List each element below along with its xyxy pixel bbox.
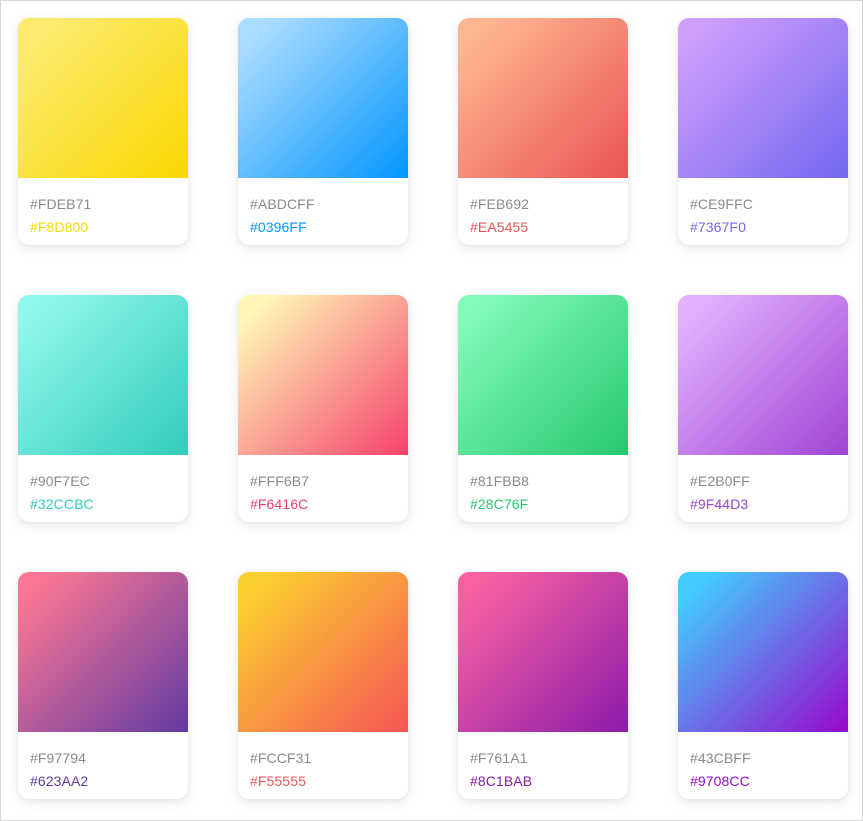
gradient-to-code[interactable]: #623AA2 bbox=[30, 770, 188, 793]
gradient-from-code[interactable]: #F97794 bbox=[30, 747, 188, 770]
gradient-card[interactable]: #CE9FFC #7367F0 bbox=[678, 18, 848, 245]
gradient-from-code[interactable]: #FFF6B7 bbox=[250, 470, 408, 493]
gradient-card[interactable]: #FFF6B7 #F6416C bbox=[238, 295, 408, 522]
gradient-grid: #FDEB71 #F8D800 #ABDCFF #0396FF #FEB692 … bbox=[18, 18, 848, 799]
gradient-from-code[interactable]: #FEB692 bbox=[470, 193, 628, 216]
gradient-card[interactable]: #ABDCFF #0396FF bbox=[238, 18, 408, 245]
gradient-card[interactable]: #FCCF31 #F55555 bbox=[238, 572, 408, 799]
gradient-info: #FCCF31 #F55555 bbox=[238, 732, 408, 793]
gradient-card[interactable]: #E2B0FF #9F44D3 bbox=[678, 295, 848, 522]
gradient-info: #43CBFF #9708CC bbox=[678, 732, 848, 793]
gradient-info: #CE9FFC #7367F0 bbox=[678, 178, 848, 239]
gradient-swatch[interactable] bbox=[678, 295, 848, 455]
gradient-from-code[interactable]: #81FBB8 bbox=[470, 470, 628, 493]
gradient-to-code[interactable]: #28C76F bbox=[470, 493, 628, 516]
gradient-info: #ABDCFF #0396FF bbox=[238, 178, 408, 239]
gradient-card[interactable]: #81FBB8 #28C76F bbox=[458, 295, 628, 522]
gradient-info: #F97794 #623AA2 bbox=[18, 732, 188, 793]
gradient-info: #90F7EC #32CCBC bbox=[18, 455, 188, 516]
gradient-from-code[interactable]: #CE9FFC bbox=[690, 193, 848, 216]
gradient-to-code[interactable]: #32CCBC bbox=[30, 493, 188, 516]
gradient-swatch[interactable] bbox=[458, 295, 628, 455]
gradient-gallery: #FDEB71 #F8D800 #ABDCFF #0396FF #FEB692 … bbox=[0, 0, 863, 821]
gradient-from-code[interactable]: #F761A1 bbox=[470, 747, 628, 770]
gradient-swatch[interactable] bbox=[18, 295, 188, 455]
gradient-swatch[interactable] bbox=[238, 572, 408, 732]
gradient-info: #F761A1 #8C1BAB bbox=[458, 732, 628, 793]
gradient-from-code[interactable]: #FDEB71 bbox=[30, 193, 188, 216]
gradient-to-code[interactable]: #F6416C bbox=[250, 493, 408, 516]
gradient-swatch[interactable] bbox=[18, 18, 188, 178]
gradient-card[interactable]: #FDEB71 #F8D800 bbox=[18, 18, 188, 245]
gradient-swatch[interactable] bbox=[18, 572, 188, 732]
gradient-to-code[interactable]: #EA5455 bbox=[470, 216, 628, 239]
gradient-swatch[interactable] bbox=[238, 18, 408, 178]
gradient-from-code[interactable]: #90F7EC bbox=[30, 470, 188, 493]
gradient-swatch[interactable] bbox=[238, 295, 408, 455]
gradient-swatch[interactable] bbox=[458, 572, 628, 732]
gradient-to-code[interactable]: #7367F0 bbox=[690, 216, 848, 239]
gradient-card[interactable]: #F97794 #623AA2 bbox=[18, 572, 188, 799]
gradient-from-code[interactable]: #43CBFF bbox=[690, 747, 848, 770]
gradient-to-code[interactable]: #9F44D3 bbox=[690, 493, 848, 516]
gradient-to-code[interactable]: #9708CC bbox=[690, 770, 848, 793]
gradient-card[interactable]: #90F7EC #32CCBC bbox=[18, 295, 188, 522]
gradient-to-code[interactable]: #0396FF bbox=[250, 216, 408, 239]
gradient-from-code[interactable]: #ABDCFF bbox=[250, 193, 408, 216]
gradient-info: #FDEB71 #F8D800 bbox=[18, 178, 188, 239]
gradient-card[interactable]: #FEB692 #EA5455 bbox=[458, 18, 628, 245]
gradient-from-code[interactable]: #E2B0FF bbox=[690, 470, 848, 493]
gradient-info: #FEB692 #EA5455 bbox=[458, 178, 628, 239]
gradient-to-code[interactable]: #F55555 bbox=[250, 770, 408, 793]
gradient-info: #E2B0FF #9F44D3 bbox=[678, 455, 848, 516]
gradient-to-code[interactable]: #F8D800 bbox=[30, 216, 188, 239]
gradient-info: #FFF6B7 #F6416C bbox=[238, 455, 408, 516]
gradient-card[interactable]: #F761A1 #8C1BAB bbox=[458, 572, 628, 799]
gradient-from-code[interactable]: #FCCF31 bbox=[250, 747, 408, 770]
gradient-card[interactable]: #43CBFF #9708CC bbox=[678, 572, 848, 799]
gradient-swatch[interactable] bbox=[678, 572, 848, 732]
gradient-to-code[interactable]: #8C1BAB bbox=[470, 770, 628, 793]
gradient-swatch[interactable] bbox=[678, 18, 848, 178]
gradient-swatch[interactable] bbox=[458, 18, 628, 178]
gradient-info: #81FBB8 #28C76F bbox=[458, 455, 628, 516]
